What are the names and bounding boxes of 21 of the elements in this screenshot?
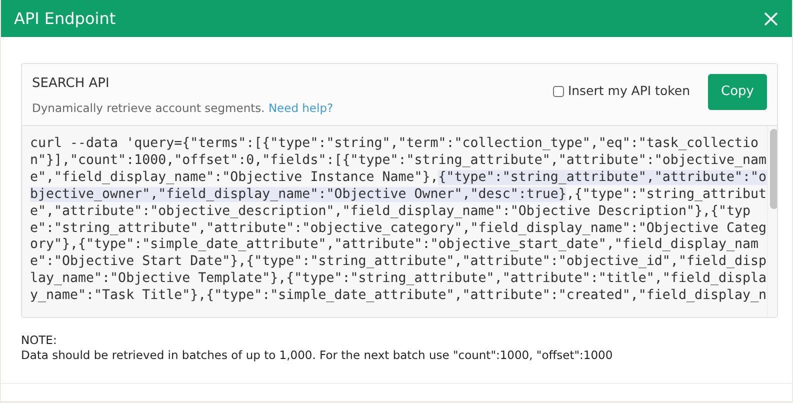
code-line: ory"},{"type":"simple_date_attribute","attribute":"objective_start_date","field_display_nam (30, 237, 760, 254)
scrollbar[interactable] (766, 126, 777, 317)
code-line: e","field_display_name":"Objective Instance Name"},{"type":"string_attribute","attribute":"o (30, 170, 767, 187)
code-line: curl --data 'query={"terms":[{"type":"string","term":"collection_type","eq":"task_collectio (30, 136, 760, 153)
code-line: lay_name":"Objective Template"},{"type":"string_attribute","attribute":"title","field_displa (30, 271, 767, 288)
close-icon[interactable] (763, 10, 779, 26)
panel-title: SEARCH API (32, 75, 110, 93)
code-line: e":"Objective Start Date"},{"type":"string_attribute","attribute":"objective_id","field_disp (30, 254, 767, 272)
panel-description: Dynamically retrieve account segments. Need help? (32, 100, 334, 116)
note-heading: NOTE: (21, 333, 58, 348)
note-text: Data should be retrieved in batches of up to 1,000. For the next batch use "count":1000, "offset":1000 (21, 348, 614, 363)
dialog-title: API Endpoint (14, 8, 116, 30)
code-line: e","attribute":"objective_description","field_display_name":"Objective Description"},{"typ (30, 204, 752, 221)
code-line: e":"string_attribute","attribute":"objective_category","field_display_name":"Objective Categ (30, 220, 767, 238)
help-link[interactable]: Need help? (268, 100, 334, 114)
code-line: y_name":"Task Title"},{"type":"simple_date_attribute","attribute":"created","field_display_n (30, 288, 767, 306)
api-token-checkbox[interactable]: Insert my API token (552, 82, 690, 102)
checkbox[interactable] (552, 86, 564, 98)
copy-button[interactable]: Copy (708, 74, 767, 110)
code-line: n"}],"count":1000,"offset":0,"fields":[{"type":"string_attribute","attribute":"objective_nam (30, 152, 767, 170)
code-line: bjective_owner","field_display_name":"Objective Owner","desc":true},{"type":"string_attribut (30, 186, 767, 204)
